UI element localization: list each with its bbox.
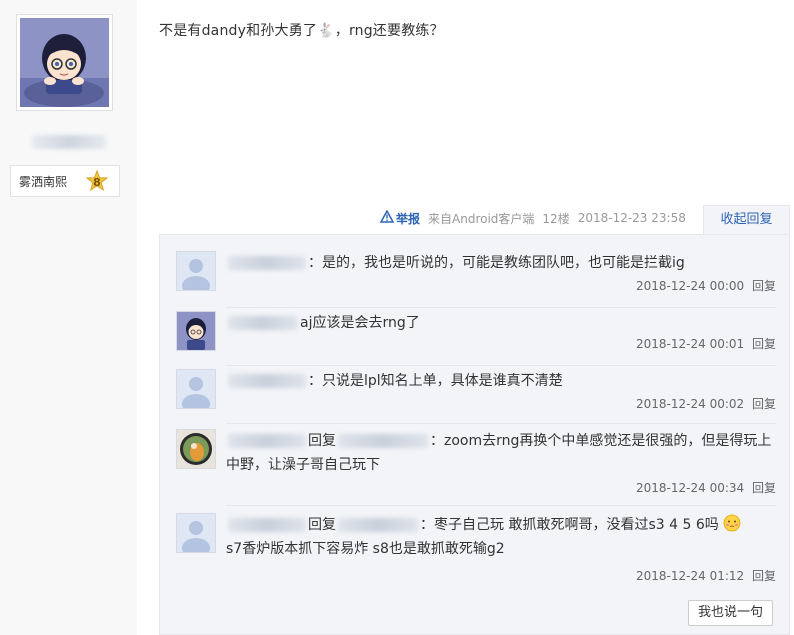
- reply-button[interactable]: 回复: [752, 569, 776, 583]
- reply-username-redacted[interactable]: [228, 518, 306, 532]
- reply-body-continued: s7香炉版本抓下容易炸 s8也是敢抓敢死输g2: [226, 541, 505, 557]
- reply-avatar[interactable]: [176, 513, 216, 553]
- post-content: 不是有dandy和孙大勇了🐇，rng还要教练？: [159, 23, 444, 39]
- round-character-avatar-icon: [177, 430, 215, 468]
- post-tail: 举报 来自Android客户端 12楼 2018-12-23 23:58: [379, 209, 694, 227]
- reply-button[interactable]: 回复: [752, 337, 776, 351]
- reply-button[interactable]: 回复: [752, 481, 776, 495]
- reply-target-username-redacted[interactable]: [338, 518, 418, 532]
- reply-avatar[interactable]: [176, 311, 216, 351]
- default-user-icon: [177, 252, 215, 290]
- anime-boy-avatar-icon: [20, 18, 109, 107]
- reply-meta: 2018-12-24 00:01 回复: [636, 335, 776, 352]
- reply-username-redacted[interactable]: [228, 374, 306, 388]
- default-user-icon: [177, 514, 215, 552]
- reply-body: 枣子自己玩 敢抓敢死啊哥，没看过s3 4 5 6吗: [434, 517, 719, 533]
- reply-meta: 2018-12-24 00:34 回复: [636, 479, 776, 496]
- collapse-replies-button[interactable]: 收起回复: [703, 205, 790, 234]
- reply-separator: ：: [430, 433, 444, 449]
- reply-text: ：只说是lpl知名上单，具体是谁真不清楚: [226, 369, 774, 393]
- reply-time: 2018-12-24 00:01: [636, 337, 745, 351]
- reply-button[interactable]: 回复: [752, 279, 776, 293]
- post-timestamp: 2018-12-23 23:58: [577, 211, 686, 225]
- reply-target-username-redacted[interactable]: [338, 434, 428, 448]
- reply-separator: ：: [308, 255, 322, 271]
- reply-username-redacted[interactable]: [228, 434, 306, 448]
- forum-badge-name: 雾洒南熙: [19, 174, 68, 189]
- reply-item: aj应该是会去rng了 2018-12-24 00:01 回复: [176, 311, 776, 361]
- reply-time: 2018-12-24 00:00: [636, 279, 745, 293]
- reply-divider: [226, 365, 776, 366]
- reply-text: ：是的，我也是听说的，可能是教练团队吧，也可能是拦截ig: [226, 251, 774, 275]
- reply-body: 只说是lpl知名上单，具体是谁真不清楚: [322, 373, 563, 389]
- reply-meta: 2018-12-24 00:02 回复: [636, 395, 776, 412]
- shy-face-emoji-icon: [723, 514, 741, 532]
- write-reply-button[interactable]: 我也说一句: [688, 600, 773, 626]
- reply-text: 回复 ：枣子自己玩 敢抓敢死啊哥，没看过s3 4 5 6吗 s7香炉版本抓下容易炸…: [226, 513, 774, 561]
- reply-time: 2018-12-24 00:02: [636, 397, 745, 411]
- default-user-icon: [177, 370, 215, 408]
- reply-avatar[interactable]: [176, 429, 216, 469]
- author-sidebar: 雾洒南熙 8: [0, 0, 137, 635]
- reply-username-redacted[interactable]: [228, 316, 298, 330]
- reply-text: aj应该是会去rng了: [226, 311, 774, 335]
- reply-meta: 2018-12-24 01:12 回复: [636, 567, 776, 584]
- reply-item: ：是的，我也是听说的，可能是教练团队吧，也可能是拦截ig 2018-12-24 …: [176, 251, 776, 303]
- reply-prefix: 回复: [308, 433, 336, 449]
- reply-meta: 2018-12-24 00:00 回复: [636, 277, 776, 294]
- reply-item: 回复 ：zoom去rng再换个中单感觉还是很强的，但是得玩上中野，让澡子哥自己玩下…: [176, 429, 776, 503]
- author-username-redacted[interactable]: [32, 135, 106, 149]
- reply-time: 2018-12-24 00:34: [636, 481, 745, 495]
- post-floor: 12楼: [542, 211, 570, 226]
- reply-avatar[interactable]: [176, 251, 216, 291]
- reply-text: 回复 ：zoom去rng再换个中单感觉还是很强的，但是得玩上中野，让澡子哥自己玩下: [226, 429, 774, 477]
- reply-time: 2018-12-24 01:12: [636, 569, 745, 583]
- reply-divider: [226, 505, 776, 506]
- reply-body: 是的，我也是听说的，可能是教练团队吧，也可能是拦截ig: [322, 255, 685, 271]
- reply-divider: [226, 423, 776, 424]
- reply-list: ：是的，我也是听说的，可能是教练团队吧，也可能是拦截ig 2018-12-24 …: [159, 234, 790, 635]
- reply-separator: ：: [420, 517, 434, 533]
- forum-badge[interactable]: 雾洒南熙 8: [10, 165, 120, 197]
- reply-item: ：只说是lpl知名上单，具体是谁真不清楚 2018-12-24 00:02 回复: [176, 369, 776, 421]
- report-label: 举报: [396, 211, 421, 226]
- reply-body: aj应该是会去rng了: [300, 315, 420, 331]
- reply-prefix: 回复: [308, 517, 336, 533]
- post-source[interactable]: 来自Android客户端: [428, 210, 534, 227]
- reply-item: 回复 ：枣子自己玩 敢抓敢死啊哥，没看过s3 4 5 6吗 s7香炉版本抓下容易炸…: [176, 513, 776, 589]
- reply-divider: [226, 307, 776, 308]
- reply-username-redacted[interactable]: [228, 256, 306, 270]
- level-number: 8: [93, 176, 101, 189]
- anime-boy-avatar-icon: [177, 312, 215, 350]
- reply-separator: ：: [308, 373, 322, 389]
- reply-button[interactable]: 回复: [752, 397, 776, 411]
- report-link[interactable]: 举报: [379, 209, 421, 227]
- warning-icon: [379, 209, 395, 226]
- reply-avatar[interactable]: [176, 369, 216, 409]
- level-badge: 8: [85, 169, 109, 194]
- author-avatar[interactable]: [16, 14, 113, 111]
